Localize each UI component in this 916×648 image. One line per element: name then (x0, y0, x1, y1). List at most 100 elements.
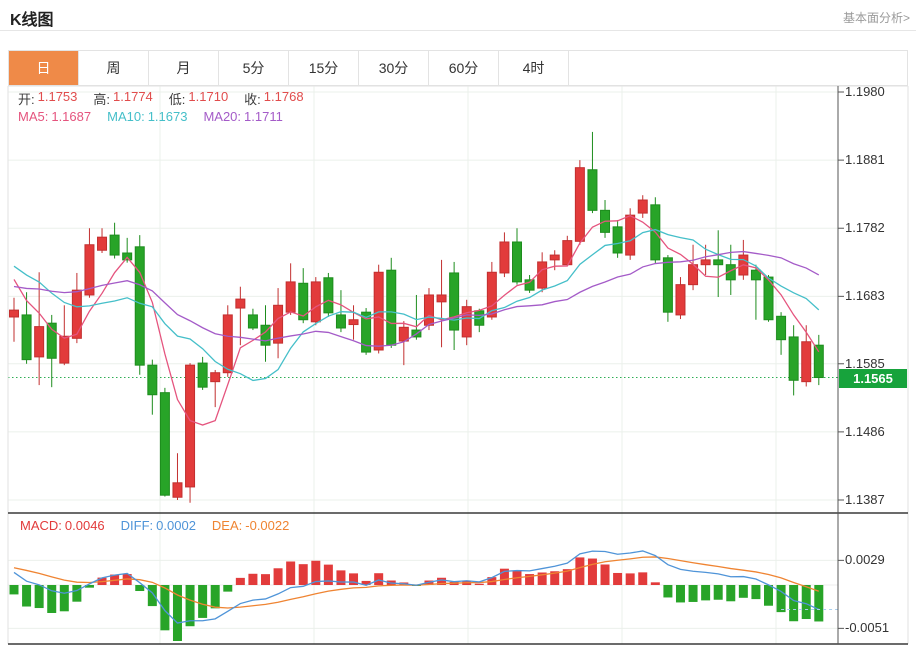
macd-histogram-bar (802, 585, 811, 619)
macd-histogram-bar (751, 585, 760, 599)
macd-histogram-bar (475, 584, 484, 585)
candle-body (789, 337, 798, 380)
legend-value: 0.0046 (65, 518, 105, 533)
legend-item: 收:1.1768 (244, 89, 303, 108)
legend-value: 1.1753 (38, 89, 78, 108)
candle-body (198, 363, 207, 387)
price-tick-label: 1.1486 (845, 424, 885, 439)
macd-histogram-bar (236, 578, 245, 585)
candle-body (35, 327, 44, 357)
legend-item: 低:1.1710 (169, 89, 228, 108)
macd-histogram-bar (663, 585, 672, 597)
macd-histogram-bar (676, 585, 685, 602)
macd-histogram-bar (148, 585, 157, 606)
macd-histogram-bar (689, 585, 698, 602)
macd-histogram-bar (777, 585, 786, 612)
legend-label: DIFF: (121, 518, 154, 533)
macd-histogram-bar (701, 585, 710, 600)
legend-label: MACD: (20, 518, 62, 533)
macd-tick-label: -0.0051 (845, 620, 889, 635)
candle-body (211, 373, 220, 382)
candle-body (286, 282, 295, 312)
candle-body (173, 483, 182, 497)
candle-body (349, 320, 358, 325)
legend-item: DIFF:0.0002 (121, 518, 196, 533)
candle-body (186, 365, 195, 487)
candle-body (223, 315, 232, 373)
macd-histogram-bar (739, 585, 748, 598)
candle-body (60, 336, 69, 363)
legend-label: 低: (169, 89, 186, 108)
macd-histogram-bar (60, 585, 69, 611)
candle-body (462, 307, 471, 337)
macd-histogram-bar (261, 574, 270, 585)
candle-body (538, 262, 547, 288)
legend-label: 开: (18, 89, 35, 108)
legend-item: 开:1.1753 (18, 89, 77, 108)
kline-widget: K线图 基本面分析> 日周月5分15分30分60分4时 开:1.1753高:1.… (0, 0, 916, 648)
legend-value: 1.1774 (113, 89, 153, 108)
candle-body (374, 272, 383, 350)
candle-body (550, 255, 559, 260)
candle-body (588, 170, 597, 211)
macd-histogram-bar (299, 564, 308, 585)
macd-histogram-bar (223, 585, 232, 592)
candle-body (236, 299, 245, 308)
macd-histogram-bar (764, 585, 773, 606)
candle-body (336, 315, 345, 328)
ma-legend: MA5:1.1687MA10:1.1673MA20:1.1711 (18, 109, 283, 124)
macd-histogram-bar (588, 559, 597, 585)
dea-line (14, 557, 819, 608)
legend-value: 0.0002 (156, 518, 196, 533)
macd-histogram-bar (714, 585, 723, 600)
candle-body (22, 315, 31, 360)
candle-body (500, 242, 509, 273)
candle-body (663, 258, 672, 312)
candle-body (626, 215, 635, 255)
candle-body (814, 345, 823, 377)
candle-body (248, 315, 257, 328)
candle-body (802, 342, 811, 382)
diff-line (14, 551, 819, 623)
legend-label: MA10: (107, 109, 145, 124)
macd-histogram-bar (575, 557, 584, 585)
candle-body (72, 290, 81, 338)
candle-body (160, 393, 169, 496)
legend-item: MA5:1.1687 (18, 109, 91, 124)
macd-histogram-bar (324, 565, 333, 585)
candle-body (148, 365, 157, 395)
macd-histogram-bar (789, 585, 798, 621)
candle-body (399, 327, 408, 341)
candle-body (437, 295, 446, 302)
macd-histogram-bar (726, 585, 735, 601)
price-tick-label: 1.1980 (845, 84, 885, 99)
legend-item: MA10:1.1673 (107, 109, 187, 124)
candle-body (98, 237, 107, 250)
legend-value: 1.1768 (264, 89, 304, 108)
macd-legend: MACD:0.0046 DIFF:0.0002 DEA:-0.0022 (20, 518, 289, 533)
candle-body (311, 282, 320, 322)
macd-histogram-bar (274, 568, 283, 585)
candle-body (525, 280, 534, 290)
price-tick-label: 1.1782 (845, 220, 885, 235)
ohlc-legend: 开:1.1753 高:1.1774 低:1.1710 收:1.1768 (18, 89, 304, 108)
legend-label: MA20: (203, 109, 241, 124)
legend-value: 1.1687 (51, 109, 91, 124)
macd-histogram-bar (186, 585, 195, 626)
legend-label: MA5: (18, 109, 48, 124)
legend-label: DEA: (212, 518, 242, 533)
price-tick-label: 1.1881 (845, 152, 885, 167)
candle-body (10, 310, 19, 317)
macd-histogram-bar (72, 585, 81, 602)
candle-body (450, 273, 459, 330)
legend-item: DEA:-0.0022 (212, 518, 289, 533)
candle-body (387, 270, 396, 345)
candle-body (613, 227, 622, 253)
legend-value: 1.1673 (148, 109, 188, 124)
legend-label: 高: (93, 89, 110, 108)
macd-histogram-bar (211, 585, 220, 608)
candle-body (638, 200, 647, 213)
candle-body (714, 260, 723, 265)
legend-label: 收: (244, 89, 261, 108)
candle-body (777, 316, 786, 339)
